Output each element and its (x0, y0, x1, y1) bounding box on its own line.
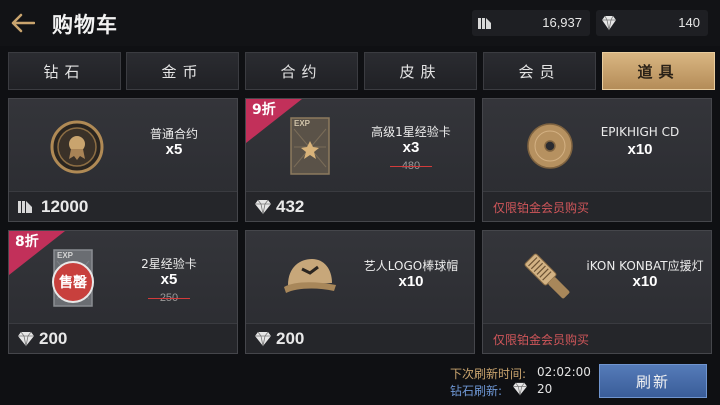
sold-out-stamp: 售罄 (52, 261, 94, 303)
tab-items[interactable]: 道具 (602, 52, 715, 90)
item-card-konbat-lightstick[interactable]: iKON KONBAT应援灯 x10 仅限铂金会员购买 (482, 230, 712, 354)
next-refresh-time: 02:02:00 (537, 365, 591, 379)
coin-balance: 16,937 (472, 10, 590, 36)
next-refresh-label: 下次刷新时间: (450, 367, 527, 381)
price-bar: 432 (246, 191, 474, 221)
item-quantity: x10 (627, 141, 653, 158)
cd-icon (527, 123, 573, 169)
diamond-icon (513, 382, 527, 396)
diamond-refresh-label: 钻石刷新: (450, 384, 503, 398)
page-title: 购物车 (52, 13, 118, 37)
diamond-amount: 140 (678, 15, 700, 30)
diamond-icon (18, 331, 34, 347)
exp-label: EXP (294, 119, 311, 128)
tab-skins[interactable]: 皮肤 (364, 52, 477, 90)
item-quantity: x5 (165, 141, 183, 158)
item-card-epikhigh-cd[interactable]: EPIKHIGH CD x10 仅限铂金会员购买 (482, 98, 712, 222)
price-bar: 200 (246, 323, 474, 353)
baseball-cap-icon (284, 259, 336, 293)
tab-membership[interactable]: 会员 (483, 52, 596, 90)
price-bar: 200 (9, 323, 237, 353)
restriction-bar: 仅限铂金会员购买 (483, 323, 711, 353)
coin-icon (478, 18, 491, 29)
platinum-only-note: 仅限铂金会员购买 (493, 333, 590, 347)
item-name: 高级1星经验卡 (371, 125, 451, 139)
price-bar: 12000 (9, 191, 237, 221)
item-quantity: x3 (402, 139, 420, 156)
light-stick-icon (524, 253, 570, 299)
tab-diamonds[interactable]: 钻石 (8, 52, 121, 90)
exp-label: EXP (57, 251, 74, 260)
item-quantity: x10 (398, 273, 424, 290)
item-quantity: x5 (160, 271, 178, 288)
platinum-only-note: 仅限铂金会员购买 (493, 201, 590, 215)
diamond-refresh-cost: 20 (537, 382, 553, 396)
item-price: 200 (39, 329, 68, 348)
tab-contracts[interactable]: 合约 (245, 52, 358, 90)
item-price: 200 (276, 329, 305, 348)
item-card-contract[interactable]: 普通合约 x5 12000 (8, 98, 238, 222)
item-card-exp-card-2star[interactable]: 8折 EXP 售罄 2星经验卡 x5 250 200 (8, 230, 238, 354)
refresh-button[interactable]: 刷新 (599, 364, 707, 398)
coin-icon (18, 201, 32, 213)
item-name: 艺人LOGO棒球帽 (363, 259, 459, 273)
contract-medal-icon (50, 120, 104, 174)
diamond-icon (602, 15, 616, 31)
item-card-baseball-cap[interactable]: 艺人LOGO棒球帽 x10 200 (245, 230, 475, 354)
diamond-icon (255, 199, 271, 215)
item-name: iKON KONBAT应援灯 (586, 259, 704, 273)
tab-coins[interactable]: 金币 (126, 52, 239, 90)
diamond-icon (255, 331, 271, 347)
item-name: 普通合约 (149, 127, 198, 141)
item-price: 432 (276, 197, 305, 216)
item-card-exp-card-1star[interactable]: 9折 EXP 高级1星经验卡 x3 480 432 (245, 98, 475, 222)
discount-label: 8折 (15, 234, 39, 250)
item-quantity: x10 (632, 273, 658, 290)
back-button[interactable] (10, 10, 36, 36)
original-price-value: 250 (159, 292, 179, 304)
restriction-bar: 仅限铂金会员购买 (483, 191, 711, 221)
diamond-balance: 140 (596, 10, 708, 36)
item-name: 2星经验卡 (141, 257, 197, 271)
discount-label: 9折 (252, 102, 276, 118)
item-price: 12000 (41, 197, 89, 216)
original-price: 250 (109, 292, 229, 304)
original-price: 480 (351, 160, 471, 172)
coin-amount: 16,937 (542, 15, 582, 30)
back-arrow-icon (11, 13, 35, 33)
item-name: EPIKHIGH CD (600, 125, 680, 139)
top-bar: 购物车 16,937 140 (0, 0, 720, 46)
original-price-value: 480 (401, 160, 421, 172)
